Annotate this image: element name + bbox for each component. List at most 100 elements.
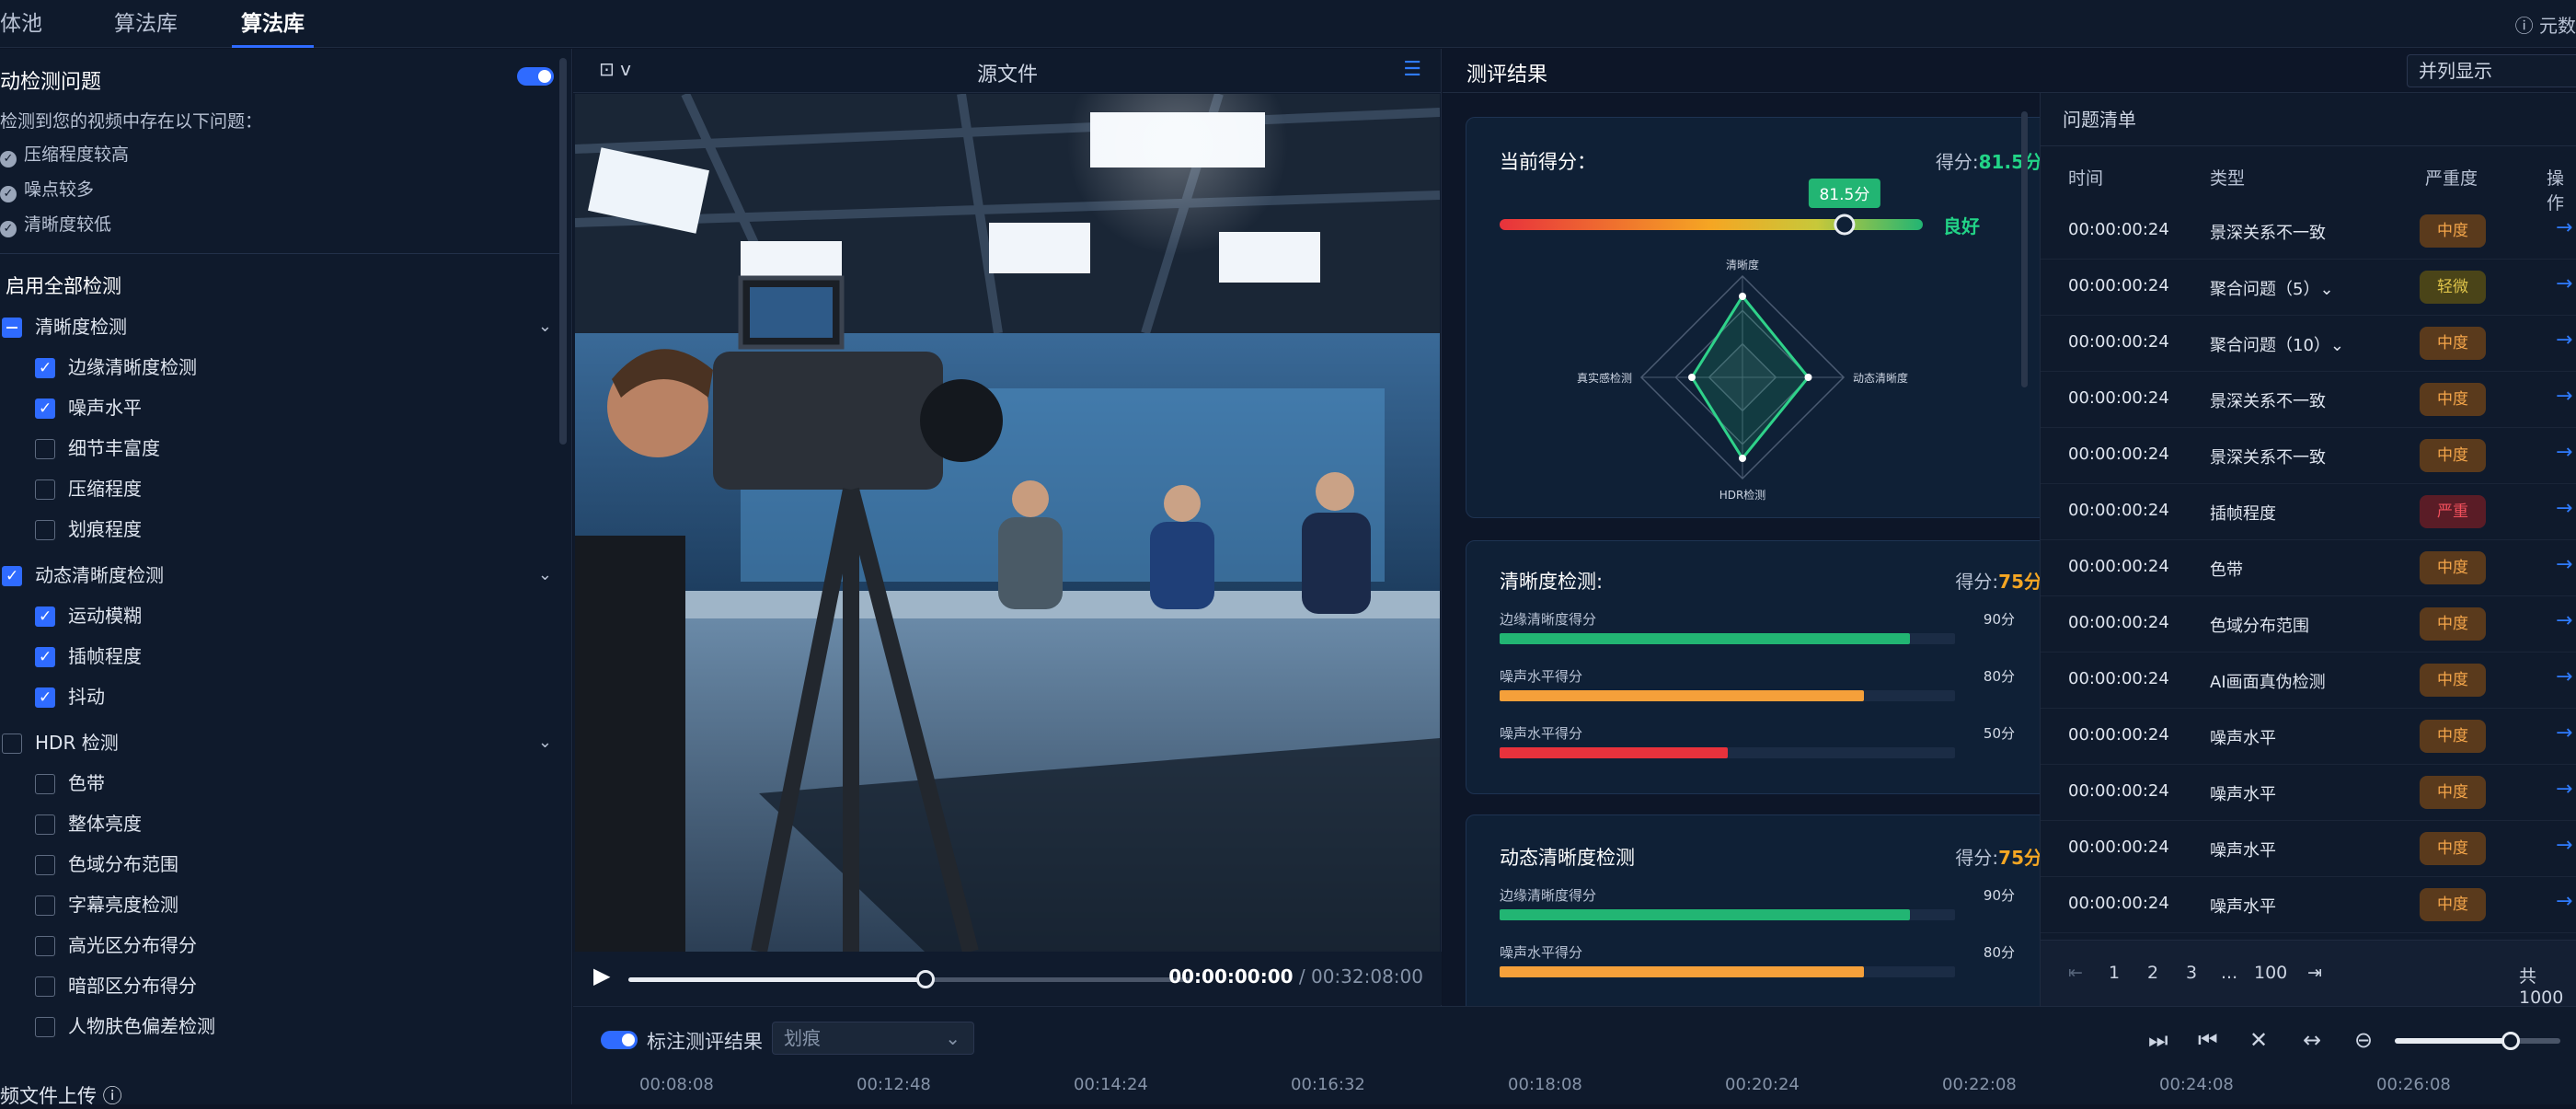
table-row[interactable]: 00:00:00:24 聚合问题（5）⌄ 轻微 → <box>2041 260 2576 316</box>
detection-item[interactable]: 压缩程度 <box>35 474 550 503</box>
group-checkbox[interactable] <box>2 734 22 754</box>
arrow-right-icon[interactable]: → <box>2556 497 2572 520</box>
arrow-right-icon[interactable]: → <box>2556 778 2572 801</box>
detection-item[interactable]: 细节丰富度 <box>35 433 550 463</box>
group-checkbox[interactable] <box>2 318 22 338</box>
item-checkbox[interactable] <box>35 814 55 835</box>
timeline-tick: 00:16:32 <box>1291 1075 1365 1094</box>
detection-item[interactable]: 色域分布范围 <box>35 849 550 879</box>
table-row[interactable]: 00:00:00:24 噪声水平 中度 → <box>2041 821 2576 877</box>
table-row[interactable]: 00:00:00:24 聚合问题（10）⌄ 中度 → <box>2041 316 2576 372</box>
item-checkbox[interactable] <box>35 394 55 423</box>
item-checkbox[interactable] <box>35 936 55 956</box>
video-frame[interactable] <box>575 94 1440 952</box>
detection-item[interactable]: 运动模糊 <box>35 601 550 631</box>
item-checkbox[interactable] <box>35 520 55 540</box>
table-row[interactable]: 00:00:00:24 景深关系不一致 中度 → <box>2041 372 2576 428</box>
enable-all-label[interactable]: 启用全部检测 <box>6 271 121 299</box>
detection-item[interactable]: 字幕亮度检测 <box>35 890 550 919</box>
table-row[interactable]: 00:00:00:24 噪声水平 中度 → <box>2041 877 2576 933</box>
zoom-knob[interactable] <box>2501 1032 2520 1050</box>
item-checkbox[interactable] <box>35 642 55 672</box>
arrow-right-icon[interactable]: → <box>2556 722 2572 745</box>
severity-badge: 中度 <box>2420 551 2486 584</box>
zoom-out-icon[interactable]: ⊖ <box>2354 1027 2373 1053</box>
item-checkbox[interactable] <box>35 976 55 997</box>
arrow-right-icon[interactable]: → <box>2556 890 2572 913</box>
tab-media-pool[interactable]: 体池 <box>0 7 42 40</box>
detection-item[interactable]: 边缘清晰度检测 <box>35 352 550 383</box>
group-header[interactable]: 清晰度检测 ⌄ <box>0 312 552 341</box>
timeline-tick: 00:12:48 <box>857 1075 931 1094</box>
filter-select[interactable]: 划痕 ⌄ <box>772 1022 974 1055</box>
annotate-toggle[interactable] <box>601 1031 638 1049</box>
group-header[interactable]: 动态清晰度检测 ⌄ <box>0 560 552 591</box>
detection-item[interactable]: 暗部区分布得分 <box>35 971 550 1000</box>
chevron-down-icon[interactable]: ⌄ <box>538 560 552 590</box>
results-scrollbar[interactable] <box>2021 111 2028 387</box>
display-mode-select[interactable]: 并列显示 <box>2407 54 2576 87</box>
arrow-right-icon[interactable]: → <box>2556 553 2572 576</box>
fit-width-icon[interactable]: ↔ <box>2303 1027 2321 1053</box>
arrow-right-icon[interactable]: → <box>2556 441 2572 464</box>
chevron-down-icon[interactable]: ⌄ <box>538 312 552 341</box>
tab-algo-lib[interactable]: 算法库 <box>114 7 178 40</box>
table-row[interactable]: 00:00:00:24 色域分布范围 中度 → <box>2041 596 2576 653</box>
zoom-slider[interactable] <box>2395 1032 2560 1050</box>
page-2[interactable]: 2 <box>2147 963 2158 983</box>
detection-item[interactable]: 人物肤色偏差检测 <box>35 1011 550 1041</box>
arrow-right-icon[interactable]: → <box>2556 385 2572 408</box>
item-checkbox[interactable] <box>35 774 55 794</box>
menu-indent-icon[interactable]: ☰ <box>1403 58 1421 81</box>
auto-detect-toggle[interactable] <box>517 67 554 86</box>
dynamic-score: 得分:75分 <box>1955 843 2042 870</box>
item-checkbox[interactable] <box>35 439 55 459</box>
first-page-icon[interactable]: ⇤ <box>2068 963 2083 983</box>
detection-item[interactable]: 噪声水平 <box>35 393 550 423</box>
page-1[interactable]: 1 <box>2109 963 2120 983</box>
overall-chart: 81.5分 良好 清晰度动态清晰度 HDR检测 真实感检测 <box>1500 179 1980 502</box>
step-back-icon[interactable]: ⏮ <box>2198 1027 2218 1053</box>
detection-item[interactable]: 高光区分布得分 <box>35 930 550 960</box>
arrow-right-icon[interactable]: → <box>2556 609 2572 632</box>
arrow-right-icon[interactable]: → <box>2556 834 2572 857</box>
item-checkbox[interactable] <box>35 1017 55 1037</box>
arrow-right-icon[interactable]: → <box>2556 665 2572 688</box>
tab-algo-lib-active[interactable]: 算法库 <box>232 7 314 48</box>
video-upload-label[interactable]: 频文件上传 ⓘ <box>0 1081 122 1109</box>
table-row[interactable]: 00:00:00:24 噪声水平 中度 → <box>2041 709 2576 765</box>
clear-marks-icon[interactable]: ✕ <box>2249 1027 2268 1053</box>
arrow-right-icon[interactable]: → <box>2556 216 2572 239</box>
table-row[interactable]: 00:00:00:24 AI画面真伪检测 中度 → <box>2041 653 2576 709</box>
last-page-icon[interactable]: ⇥ <box>2307 963 2322 983</box>
group-header[interactable]: HDR 检测 ⌄ <box>0 728 552 757</box>
item-checkbox[interactable] <box>35 683 55 712</box>
detection-item[interactable]: 划痕程度 <box>35 514 550 544</box>
play-icon[interactable]: ▶ <box>593 963 610 988</box>
metadata-link[interactable]: ⓘ 元数 <box>2515 11 2576 38</box>
table-row[interactable]: 00:00:00:24 景深关系不一致 中度 → <box>2041 428 2576 484</box>
page-3[interactable]: 3 <box>2186 963 2197 983</box>
table-row[interactable]: 00:00:00:24 色带 中度 → <box>2041 540 2576 596</box>
chevron-down-icon[interactable]: ⌄ <box>538 728 552 757</box>
sidebar-scrollbar[interactable] <box>559 58 567 445</box>
item-checkbox[interactable] <box>35 895 55 916</box>
table-row[interactable]: 00:00:00:24 景深关系不一致 中度 → <box>2041 203 2576 260</box>
detection-item[interactable]: 整体亮度 <box>35 809 550 838</box>
arrow-right-icon[interactable]: → <box>2556 329 2572 352</box>
item-checkbox[interactable] <box>35 855 55 875</box>
table-row[interactable]: 00:00:00:24 插帧程度 严重 → <box>2041 484 2576 540</box>
page-100[interactable]: 100 <box>2254 963 2287 983</box>
detection-item[interactable]: 抖动 <box>35 682 550 712</box>
step-forward-icon[interactable]: ⏭ <box>2148 1027 2168 1053</box>
item-checkbox[interactable] <box>35 479 55 500</box>
progress-knob[interactable] <box>916 970 936 988</box>
playback-progress[interactable] <box>628 970 1190 988</box>
item-checkbox[interactable] <box>35 353 55 383</box>
item-checkbox[interactable] <box>35 602 55 631</box>
arrow-right-icon[interactable]: → <box>2556 272 2572 295</box>
detection-item[interactable]: 插帧程度 <box>35 641 550 672</box>
table-row[interactable]: 00:00:00:24 噪声水平 中度 → <box>2041 765 2576 821</box>
detection-item[interactable]: 色带 <box>35 768 550 798</box>
group-checkbox[interactable] <box>2 561 22 591</box>
